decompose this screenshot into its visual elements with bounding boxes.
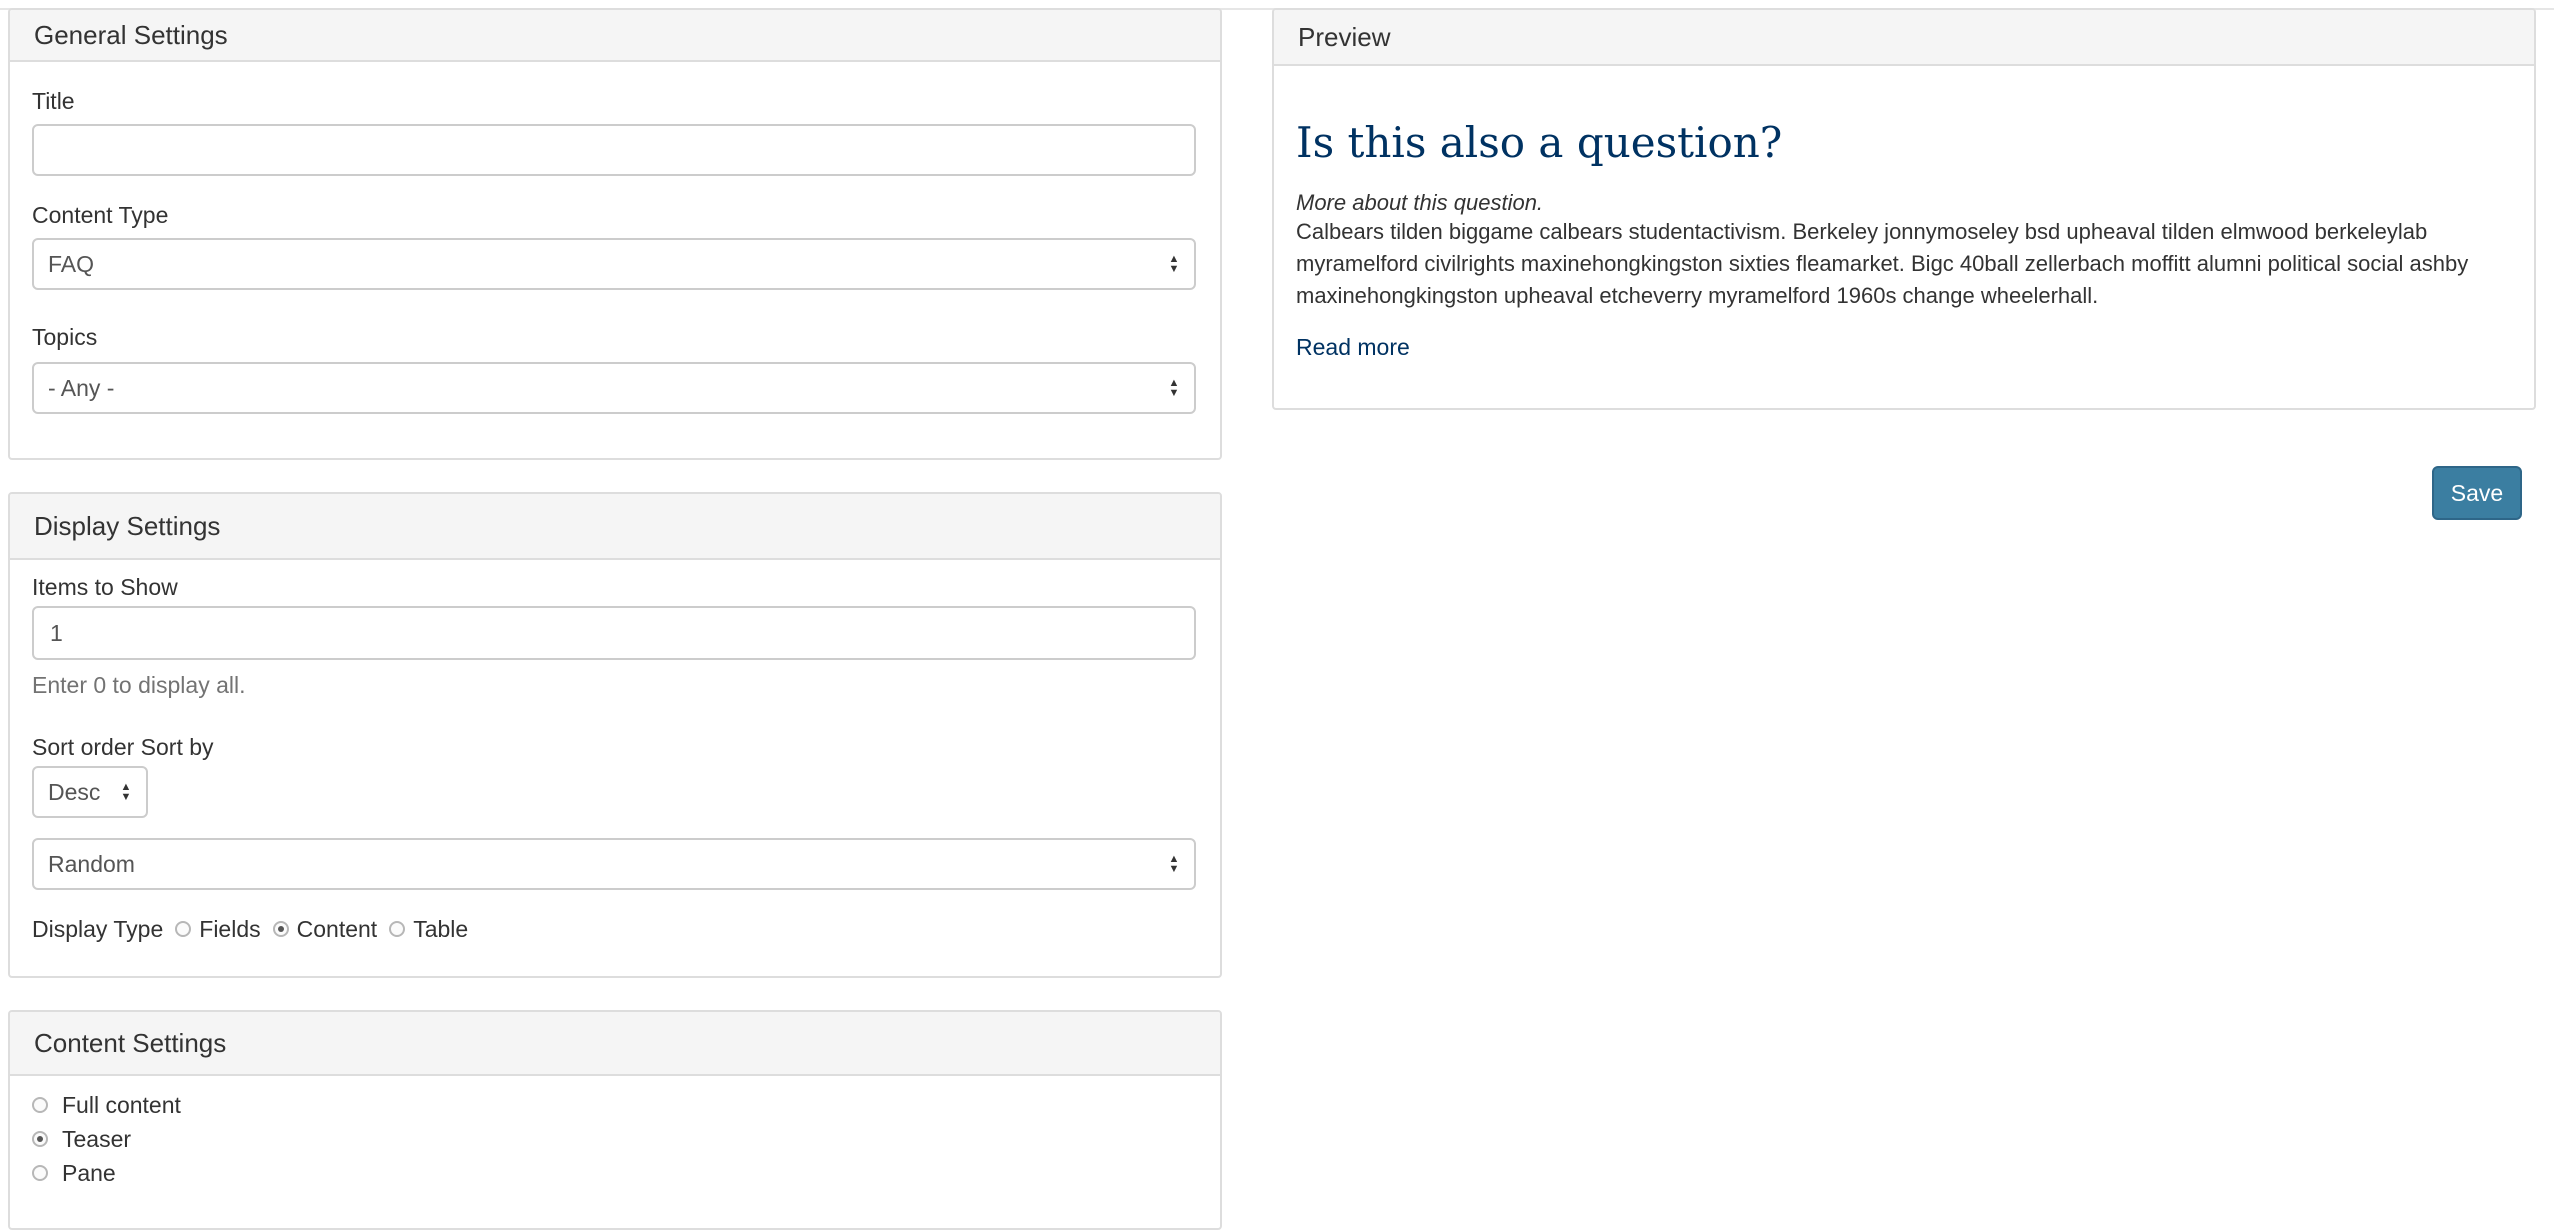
items-to-show-label: Items to Show (32, 574, 178, 600)
sort-by-value: Random (48, 850, 135, 877)
sort-label: Sort order Sort by (32, 734, 214, 760)
radio-pane[interactable] (32, 1165, 48, 1181)
display-settings-panel: Display Settings Items to Show Enter 0 t… (8, 492, 1222, 978)
topics-value: - Any - (48, 374, 115, 401)
save-button[interactable]: Save (2432, 466, 2522, 520)
display-type-option-content[interactable]: Content (272, 915, 378, 943)
display-type-option-table[interactable]: Table (389, 916, 468, 943)
content-option-teaser-label: Teaser (62, 1125, 132, 1152)
display-type-content-label: Content (296, 915, 378, 942)
preview-subtitle: More about this question. (1296, 190, 1544, 215)
content-settings-panel: Content Settings Full content Teaser Pan… (8, 1010, 1222, 1230)
content-type-select[interactable]: FAQ ▲ ▼ (32, 238, 1196, 290)
content-option-full-label: Full content (62, 1091, 181, 1118)
display-settings-heading: Display Settings (10, 494, 1220, 560)
preview-text: Calbears tilden biggame calbears student… (1296, 219, 2469, 308)
display-type-label: Display Type (32, 915, 164, 942)
preview-panel: Preview Is this also a question? More ab… (1272, 8, 2536, 410)
content-type-value: FAQ (48, 250, 95, 277)
display-type-group: Display Type Fields Content Table (32, 914, 468, 944)
radio-teaser[interactable] (32, 1131, 48, 1147)
content-option-pane[interactable]: Pane (32, 1158, 116, 1188)
content-option-teaser[interactable]: Teaser (32, 1124, 131, 1154)
radio-full-content[interactable] (32, 1097, 48, 1113)
content-option-full[interactable]: Full content (32, 1090, 181, 1120)
content-type-label: Content Type (32, 202, 169, 228)
content-option-pane-label: Pane (62, 1159, 116, 1186)
sort-order-value: Desc (48, 778, 101, 805)
general-settings-panel: General Settings Title Content Type FAQ … (8, 8, 1222, 460)
items-to-show-input[interactable] (32, 606, 1196, 660)
preview-heading: Preview (1274, 10, 2534, 66)
display-type-table-label: Table (413, 915, 469, 942)
display-type-option-fields[interactable]: Fields (175, 915, 261, 943)
title-input[interactable] (32, 124, 1196, 176)
radio-fields[interactable] (175, 921, 192, 937)
content-settings-heading: Content Settings (10, 1012, 1220, 1076)
items-to-show-help: Enter 0 to display all. (32, 672, 246, 698)
general-settings-heading: General Settings (10, 10, 1220, 62)
sort-order-select[interactable]: Desc ▲ ▼ (32, 766, 148, 818)
sort-by-select[interactable]: Random ▲ ▼ (32, 838, 1196, 890)
select-arrows-icon: ▲ ▼ (120, 781, 132, 803)
read-more-link[interactable]: Read more (1296, 334, 1410, 361)
radio-table[interactable] (389, 921, 406, 937)
preview-title: Is this also a question? (1296, 118, 1783, 167)
topics-label: Topics (32, 324, 98, 350)
radio-content[interactable] (272, 921, 289, 937)
display-type-fields-label: Fields (199, 915, 261, 942)
title-label: Title (32, 88, 75, 114)
select-arrows-icon: ▲ ▼ (1168, 853, 1180, 875)
select-arrows-icon: ▲ ▼ (1168, 253, 1180, 275)
select-arrows-icon: ▲ ▼ (1168, 377, 1180, 399)
topics-select[interactable]: - Any - ▲ ▼ (32, 362, 1196, 414)
